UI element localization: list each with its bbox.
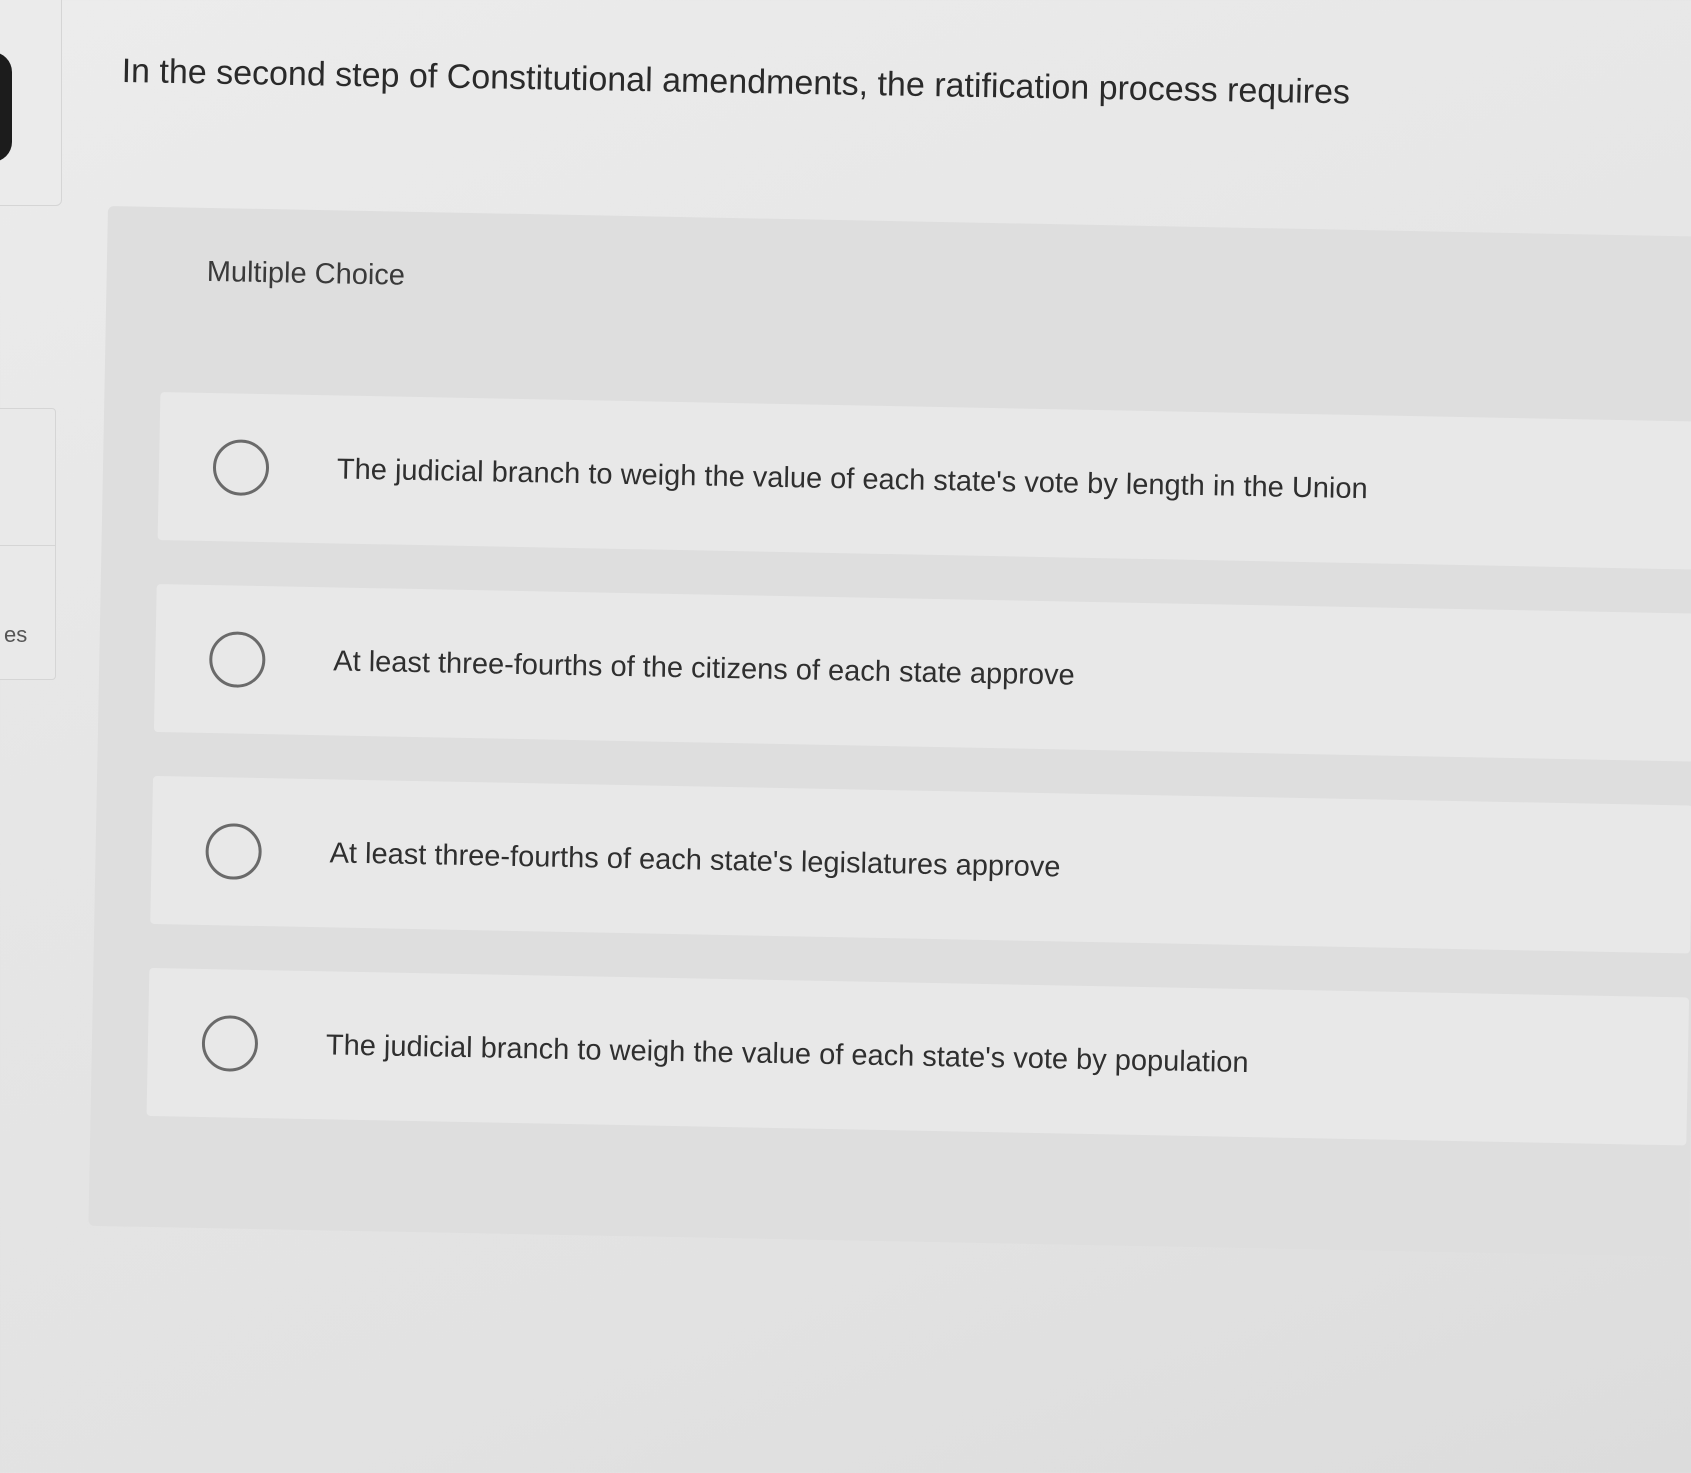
answer-options: The judicial branch to weigh the value o…	[146, 392, 1691, 1189]
radio-button-icon[interactable]	[208, 631, 266, 689]
answer-option-1[interactable]: The judicial branch to weigh the value o…	[157, 392, 1691, 570]
radio-button-icon[interactable]	[205, 822, 263, 881]
radio-button-icon[interactable]	[212, 439, 270, 497]
profile-avatar[interactable]	[0, 52, 12, 162]
answer-option-label: The judicial branch to weigh the value o…	[325, 1028, 1249, 1079]
answer-panel: Multiple Choice The judicial branch to w…	[88, 206, 1691, 1257]
answer-option-3[interactable]: At least three-fourths of each state's l…	[150, 775, 1691, 954]
question-prompt: In the second step of Constitutional ame…	[121, 52, 1351, 112]
sidebar-divider	[0, 545, 55, 546]
answer-option-4[interactable]: The judicial branch to weigh the value o…	[146, 967, 1690, 1146]
question-type-label: Multiple Choice	[206, 255, 406, 292]
answer-option-label: At least three-fourths of the citizens o…	[333, 644, 1076, 692]
answer-option-label: At least three-fourths of each state's l…	[329, 836, 1061, 883]
sidebar-partial-label[interactable]: es	[4, 622, 27, 648]
radio-button-icon[interactable]	[201, 1014, 259, 1073]
answer-option-label: The judicial branch to weigh the value o…	[336, 452, 1368, 505]
answer-option-2[interactable]: At least three-fourths of the citizens o…	[153, 584, 1691, 762]
